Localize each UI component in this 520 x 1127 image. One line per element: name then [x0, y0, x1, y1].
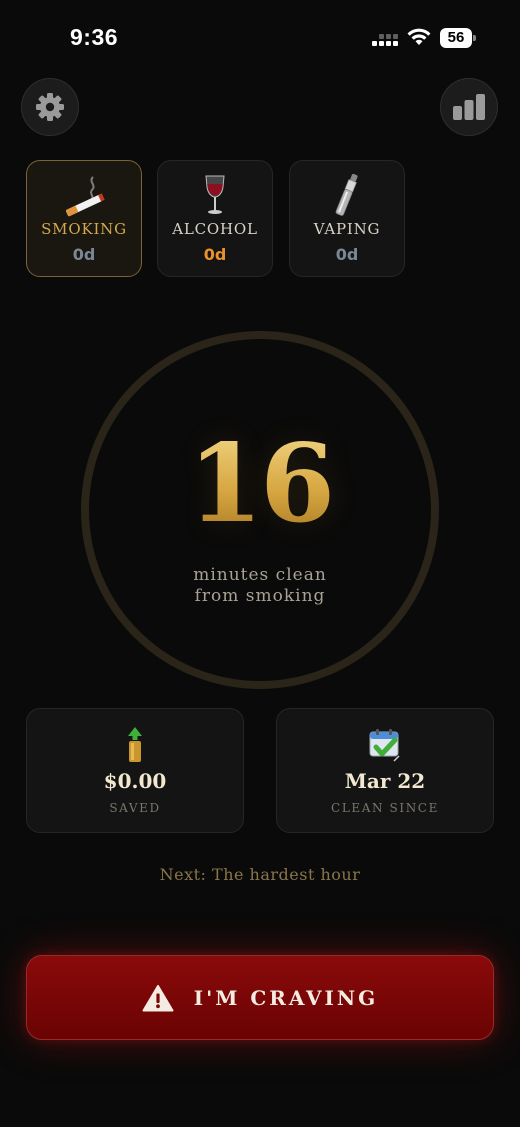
money-saved-card: $0.00 SAVED [26, 708, 244, 833]
calendar-check-icon [277, 725, 493, 765]
clean-since-label: CLEAN SINCE [331, 801, 439, 815]
tab-alcohol[interactable]: ALCOHOL 0d [157, 160, 273, 277]
next-milestone-text: Next: The hardest hour [159, 865, 361, 884]
statistics-button[interactable] [440, 78, 498, 136]
settings-button[interactable] [21, 78, 79, 136]
cellular-signal-icon [372, 34, 398, 46]
craving-button[interactable]: I'M CRAVING [26, 955, 494, 1040]
gear-icon [36, 93, 64, 121]
money-up-icon [27, 725, 243, 765]
tab-day-count: 0d [203, 245, 227, 264]
money-saved-label: SAVED [109, 801, 161, 815]
tab-smoking[interactable]: SMOKING 0d [26, 160, 142, 277]
warning-icon [142, 984, 174, 1011]
battery-level: 56 [447, 29, 465, 46]
wifi-icon [407, 28, 431, 45]
tab-label: SMOKING [41, 220, 127, 238]
craving-button-label: I'M CRAVING [193, 985, 379, 1010]
tab-day-count: 0d [72, 245, 96, 264]
timer-caption-line2: from smoking [194, 586, 326, 606]
vape-pen-icon [290, 173, 404, 217]
elapsed-minutes-value: 16 [0, 430, 520, 538]
tab-label: VAPING [313, 220, 381, 238]
battery-indicator: 56 [440, 28, 476, 48]
clock-time: 9:36 [70, 24, 119, 50]
tab-day-count: 0d [335, 245, 359, 264]
tab-vaping[interactable]: VAPING 0d [289, 160, 405, 277]
status-bar: 9:36 56 [0, 0, 520, 70]
tab-label: ALCOHOL [172, 220, 258, 238]
cigarette-icon [27, 173, 141, 217]
clean-since-value: Mar 22 [344, 769, 426, 793]
timer-caption-line1: minutes clean [193, 565, 327, 585]
bar-chart-icon [453, 94, 485, 120]
wine-glass-icon [158, 173, 272, 217]
clean-since-card: Mar 22 CLEAN SINCE [276, 708, 494, 833]
money-saved-value: $0.00 [103, 769, 167, 793]
